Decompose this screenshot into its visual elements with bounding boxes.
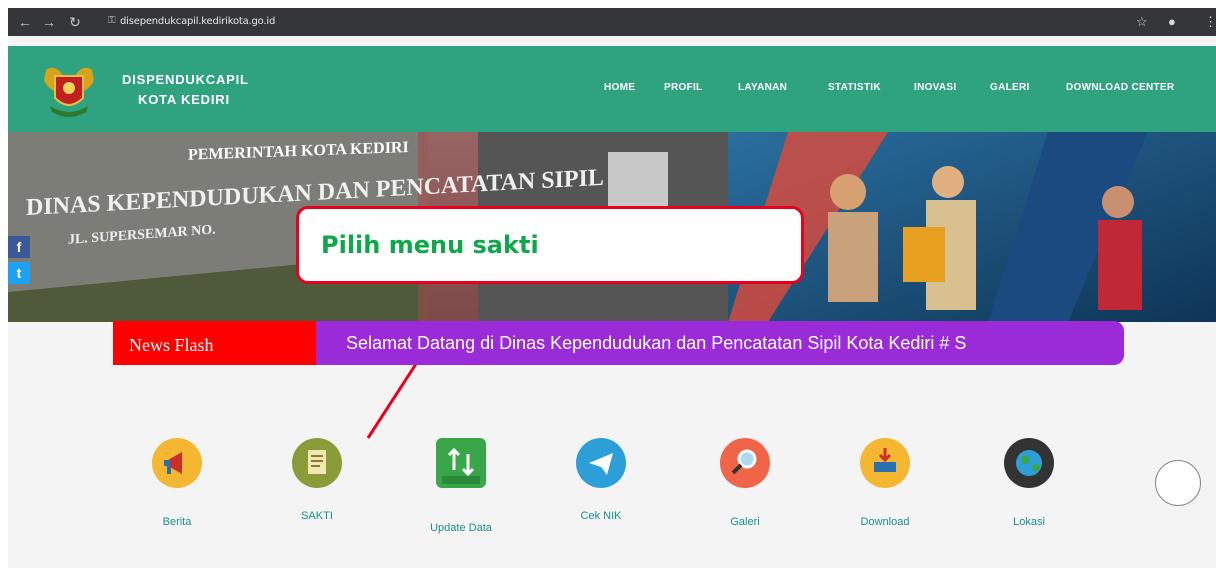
service-download[interactable]: Download (830, 438, 940, 548)
service-cek-nik[interactable]: Cek NIK (546, 438, 656, 548)
browser-window: ← → ↻ ⚿ disependukcapil.kedirikota.go.id… (8, 8, 1216, 568)
broken-image-icon[interactable] (1155, 460, 1201, 506)
callout-text: Pilih menu sakti (321, 231, 539, 259)
service-berita[interactable]: Berita (122, 438, 232, 548)
service-label-update-data[interactable]: Update Data (406, 522, 516, 534)
download-icon[interactable] (860, 438, 910, 488)
document-icon[interactable] (292, 438, 342, 488)
update-icon[interactable] (436, 438, 486, 488)
service-label-download[interactable]: Download (830, 516, 940, 528)
news-ticker[interactable]: Selamat Datang di Dinas Kependudukan dan… (316, 321, 1124, 365)
service-label-berita[interactable]: Berita (122, 516, 232, 528)
news-ticker-text[interactable]: Selamat Datang di Dinas Kependudukan dan… (346, 333, 966, 354)
news-flash-label: News Flash (113, 321, 316, 365)
magnifier-icon[interactable] (720, 438, 770, 488)
service-label-cek-nik[interactable]: Cek NIK (546, 510, 656, 522)
globe-icon[interactable] (1004, 438, 1054, 488)
service-label-sakti[interactable]: SAKTI (262, 510, 372, 522)
service-lokasi[interactable]: Lokasi (974, 438, 1084, 548)
megaphone-icon[interactable] (152, 438, 202, 488)
paper-plane-icon[interactable] (576, 438, 626, 488)
service-label-galeri[interactable]: Galeri (690, 516, 800, 528)
service-update-data[interactable]: Update Data (406, 438, 516, 548)
annotation-callout: Pilih menu sakti (296, 206, 804, 284)
news-flash-title: News Flash (129, 335, 214, 355)
service-galeri[interactable]: Galeri (690, 438, 800, 548)
service-sakti[interactable]: SAKTI (262, 438, 372, 548)
service-label-lokasi[interactable]: Lokasi (974, 516, 1084, 528)
